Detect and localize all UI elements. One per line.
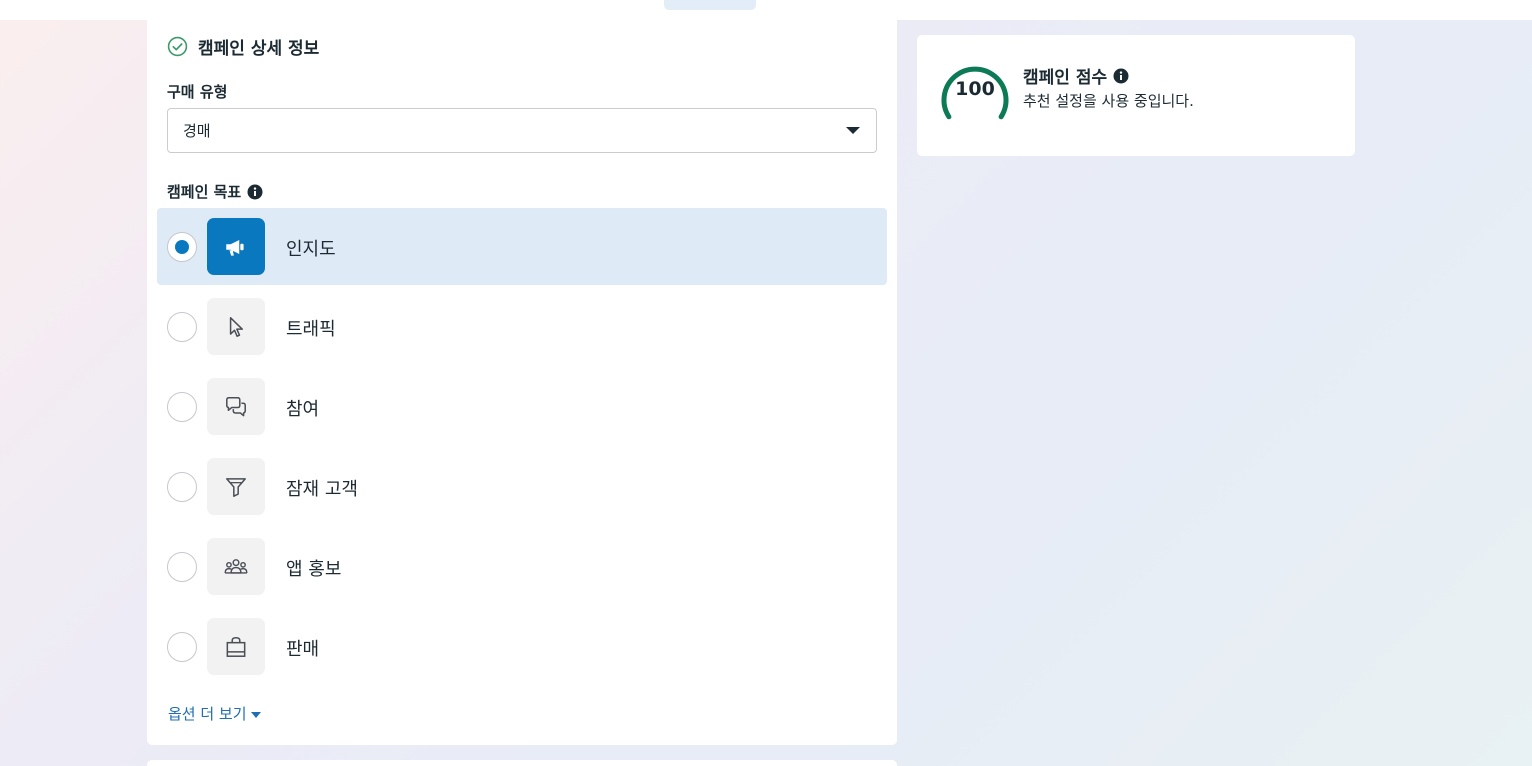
option-icon-box bbox=[207, 618, 265, 675]
caret-down-icon bbox=[250, 711, 261, 718]
info-icon[interactable] bbox=[247, 184, 263, 200]
objective-option-sales[interactable]: 판매 bbox=[157, 608, 887, 685]
score-gauge: 100 bbox=[939, 57, 1011, 129]
radio-traffic[interactable] bbox=[167, 312, 197, 342]
shopping-bag-icon bbox=[226, 636, 246, 657]
objective-option-engagement[interactable]: 참여 bbox=[157, 368, 887, 445]
option-label: 잠재 고객 bbox=[286, 479, 358, 500]
more-options-link[interactable]: 옵션 더 보기 bbox=[168, 703, 261, 724]
caret-down-icon bbox=[846, 127, 860, 134]
buying-type-label-text: 구매 유형 bbox=[167, 83, 228, 101]
objective-option-app-promotion[interactable]: 앱 홍보 bbox=[157, 528, 887, 605]
radio-leads[interactable] bbox=[167, 472, 197, 502]
info-icon[interactable] bbox=[1113, 68, 1129, 84]
people-group-icon bbox=[224, 558, 248, 574]
option-icon-box bbox=[207, 298, 265, 355]
check-circle-icon bbox=[167, 36, 188, 56]
campaign-score-card: 100 캠페인 점수 추천 설정을 사용 중입니다. bbox=[917, 35, 1355, 156]
buying-type-value: 경매 bbox=[183, 122, 211, 140]
objective-option-traffic[interactable]: 트래픽 bbox=[157, 288, 887, 365]
option-icon-box bbox=[207, 218, 265, 275]
score-subtitle: 추천 설정을 사용 중입니다. bbox=[1023, 92, 1194, 110]
section-header: 캠페인 상세 정보 bbox=[167, 35, 320, 59]
option-icon-box bbox=[207, 458, 265, 515]
chat-bubbles-icon bbox=[226, 396, 246, 416]
buying-type-select[interactable]: 경매 bbox=[167, 108, 877, 153]
megaphone-icon bbox=[226, 239, 244, 256]
radio-app-promotion[interactable] bbox=[167, 552, 197, 582]
section-title: 캠페인 상세 정보 bbox=[198, 38, 320, 59]
radio-engagement[interactable] bbox=[167, 392, 197, 422]
radio-sales[interactable] bbox=[167, 632, 197, 662]
option-label: 판매 bbox=[286, 639, 320, 660]
option-label: 참여 bbox=[286, 399, 320, 420]
cursor-icon bbox=[229, 316, 244, 337]
funnel-icon bbox=[226, 477, 246, 497]
objective-label: 캠페인 목표 bbox=[167, 181, 263, 202]
top-tab-indicator[interactable] bbox=[664, 0, 756, 10]
score-title: 캠페인 점수 bbox=[1023, 63, 1129, 88]
score-title-text: 캠페인 점수 bbox=[1023, 68, 1108, 88]
radio-awareness[interactable] bbox=[167, 232, 197, 262]
objective-option-leads[interactable]: 잠재 고객 bbox=[157, 448, 887, 525]
option-icon-box bbox=[207, 378, 265, 435]
buying-type-label: 구매 유형 bbox=[167, 81, 227, 102]
campaign-details-card: 캠페인 상세 정보 구매 유형 경매 캠페인 목표 인지도 트래픽 참여 잠재 … bbox=[147, 20, 897, 745]
option-label: 앱 홍보 bbox=[286, 559, 342, 580]
option-icon-box bbox=[207, 538, 265, 595]
option-label: 인지도 bbox=[286, 239, 336, 260]
top-bar bbox=[0, 0, 1532, 20]
more-options-label: 옵션 더 보기 bbox=[168, 705, 247, 723]
objective-label-text: 캠페인 목표 bbox=[167, 183, 242, 201]
score-value: 100 bbox=[955, 78, 995, 100]
option-label: 트래픽 bbox=[286, 319, 336, 340]
objective-option-awareness[interactable]: 인지도 bbox=[157, 208, 887, 285]
next-section-card bbox=[147, 760, 897, 766]
